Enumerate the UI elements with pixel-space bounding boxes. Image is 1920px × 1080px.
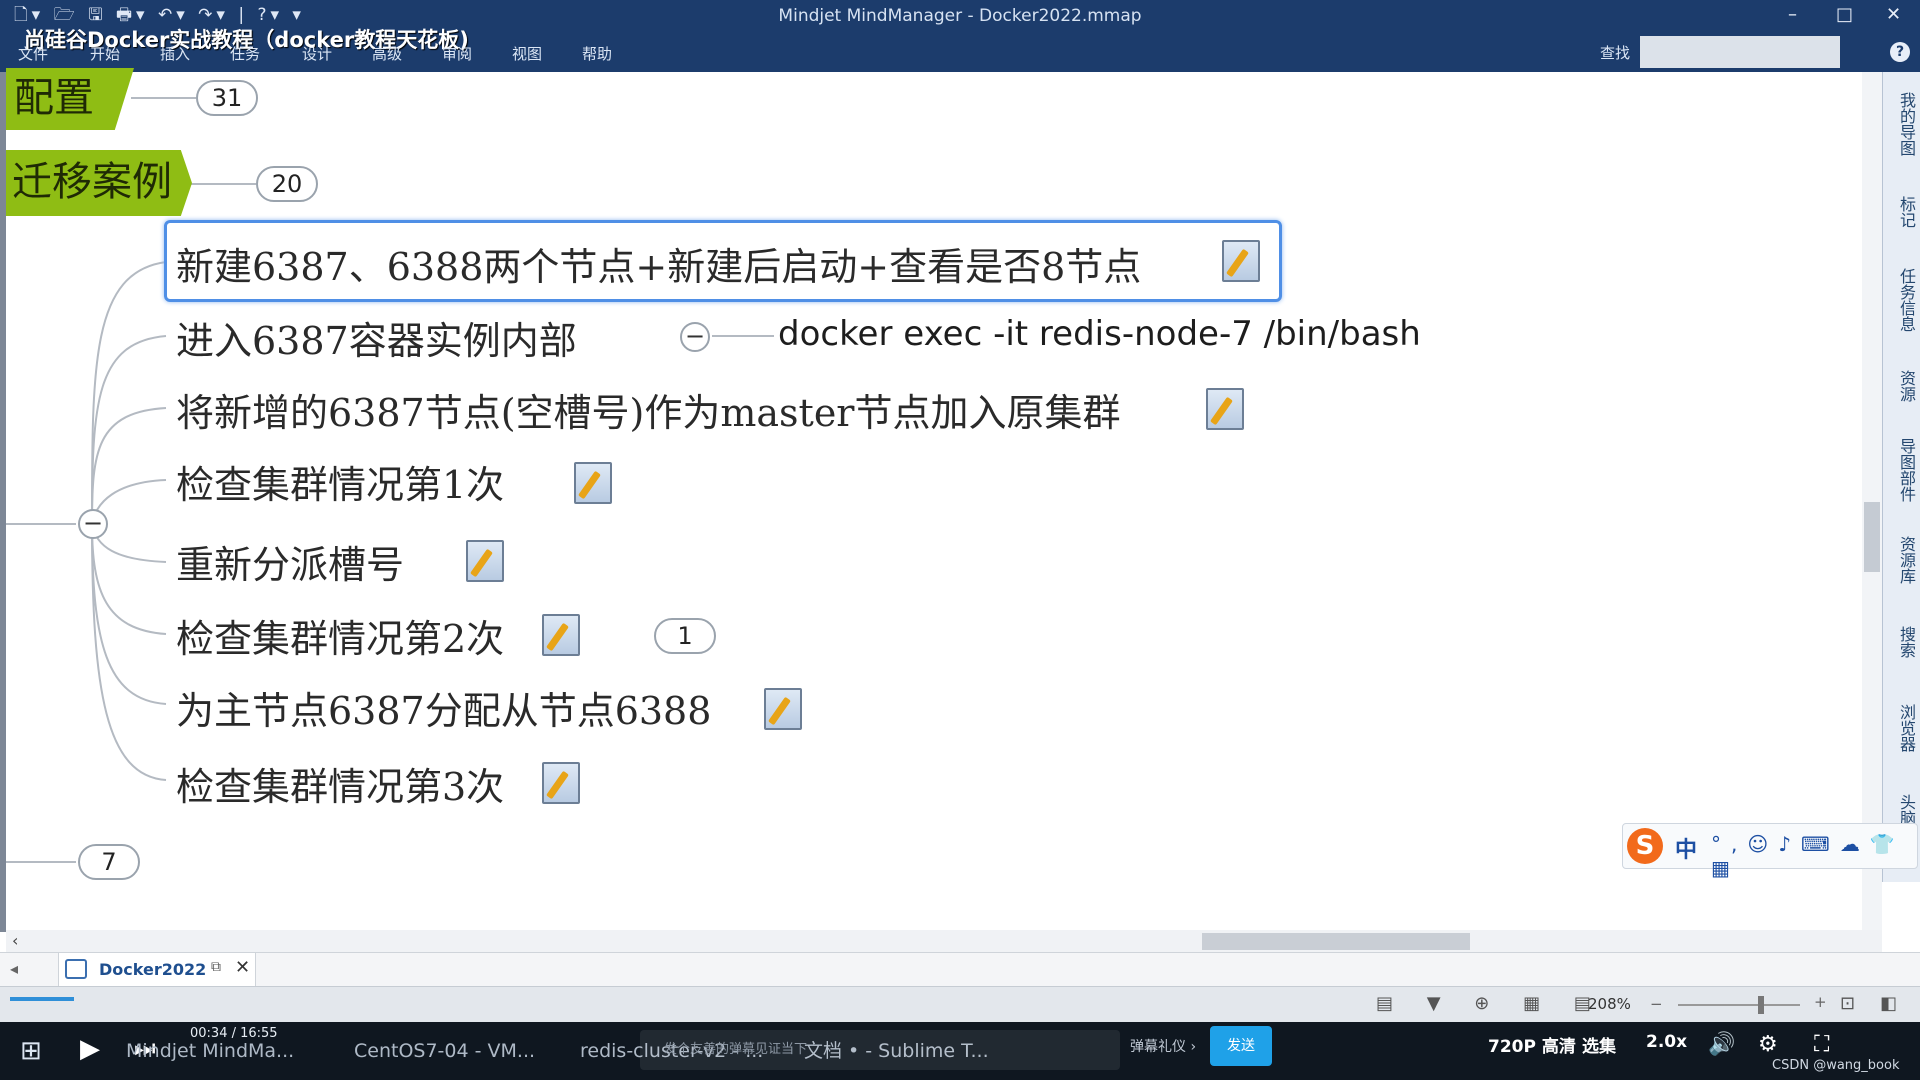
tab-docker2022[interactable]: Docker2022 ⧉ ✕ [58,953,256,987]
topic-new-nodes[interactable]: 新建6387、6388两个节点+新建后启动+查看是否8节点 [176,236,1141,291]
menu-help[interactable]: 帮助 [582,43,612,65]
map-file-icon [65,959,87,979]
topic-reshard-slots[interactable]: 重新分派槽号 [176,534,404,589]
note-icon[interactable] [466,540,504,582]
topic-config-count[interactable]: 31 [196,80,258,116]
bottom-topic-count[interactable]: 7 [78,844,140,880]
topic-config-label: 配置 [14,75,94,121]
minimize-button[interactable]: – [1788,4,1797,25]
collapse-branch-button[interactable]: − [78,509,108,539]
task-mindmanager[interactable]: Mindjet MindMa... [76,1030,294,1072]
sidebar-markers[interactable]: 标记 [1886,182,1918,242]
send-danmu-button[interactable]: 发送 [1210,1026,1272,1066]
topic-check-cluster-1[interactable]: 检查集群情况第1次 [176,454,504,509]
scroll-left-icon[interactable]: ‹ [12,931,18,950]
tab-label: Docker2022 [99,960,207,979]
menu-advanced[interactable]: 高级 [372,43,402,65]
topic-check-cluster-2-count[interactable]: 1 [654,618,716,654]
search-input[interactable] [1640,36,1840,68]
volume-icon[interactable]: 🔊 [1708,1032,1735,1057]
sogou-logo-icon: S [1627,828,1663,864]
ime-toolbar[interactable]: S 中 °,☺♪⌨☁👕▦ [1622,823,1918,880]
zoom-in-icon[interactable]: + [1814,993,1827,1011]
tab-close-icon[interactable]: ✕ [235,957,250,978]
horizontal-scrollbar[interactable]: ‹ [6,930,1882,952]
topic-migration-label: 迁移案例 [12,159,172,205]
zoom-level: 208% [1588,995,1631,1013]
tab-float-icon[interactable]: ⧉ [211,959,221,975]
topic-docker-exec-command[interactable]: docker exec -it redis-node-7 /bin/bash [778,314,1421,354]
speed-selector[interactable]: 2.0x [1646,1032,1687,1052]
vertical-scroll-thumb[interactable] [1864,502,1880,572]
csdn-watermark: CSDN @wang_book [1772,1058,1900,1073]
sidebar-browser[interactable]: 浏览器 [1886,692,1918,764]
fullscreen-icon[interactable]: ⛶ [1814,1032,1829,1057]
zoom-out-icon[interactable]: − [1650,995,1663,1013]
note-icon[interactable] [1222,240,1260,282]
danmu-etiquette-link[interactable]: 弹幕礼仪 › [1130,1036,1196,1056]
window-title: Mindjet MindManager - Docker2022.mmap [778,6,1142,26]
note-icon[interactable] [1206,388,1244,430]
collapse-topic-button[interactable]: − [680,322,710,352]
episode-selector[interactable]: 选集 [1582,1032,1616,1057]
settings-icon[interactable]: ⚙ [1758,1032,1778,1057]
sidebar-map-parts[interactable]: 导图部件 [1886,428,1918,512]
sidebar-search[interactable]: 搜索 [1886,612,1918,672]
right-task-pane-tabs: 我的导图 标记 任务信息 资源 导图部件 资源库 搜索 浏览器 头脑 [1882,72,1920,882]
video-progress[interactable] [10,997,74,1001]
topic-check-cluster-2[interactable]: 检查集群情况第2次 [176,608,504,663]
topic-check-cluster-3[interactable]: 检查集群情况第3次 [176,756,504,811]
sidebar-library[interactable]: 资源库 [1886,524,1918,596]
danmu-input[interactable]: 发个友善的弹幕见证当下 [640,1030,1120,1070]
document-tab-bar: ◂ Docker2022 ⧉ ✕ [0,952,1920,987]
menu-insert[interactable]: 插入 [160,43,190,65]
vertical-scrollbar[interactable] [1862,72,1882,932]
menu-review[interactable]: 审阅 [442,43,472,65]
search-label: 查找 [1600,44,1631,62]
topic-migration-case[interactable]: 迁移案例 [6,150,192,216]
ime-tool-icons[interactable]: °,☺♪⌨☁👕▦ [1711,832,1917,880]
danmu-placeholder: 发个友善的弹幕见证当下 [664,1042,808,1057]
taskbar: ⊞ ▶ ⏭ 00:34 / 16:55 Mindjet MindMa... Ce… [0,1022,1920,1080]
menu-view[interactable]: 视图 [512,43,542,65]
menu-task[interactable]: 任务 [230,43,260,65]
topic-migration-count[interactable]: 20 [256,166,318,202]
zoom-slider[interactable] [1678,996,1800,1014]
status-bar: ▤ ▼ ⊕ ▦ ▤ 208% − + ⊡ ◧ [0,986,1920,1022]
quality-selector[interactable]: 720P 高清 [1488,1032,1576,1057]
map-canvas[interactable]: 配置 31 迁移案例 20 − 新建6387、6388两个节点+新建后启动+查看… [0,68,1882,932]
note-icon[interactable] [574,462,612,504]
sidebar-resources[interactable]: 资源 [1886,356,1918,416]
fit-map-icon[interactable]: ⊡ [1840,993,1855,1014]
horizontal-scroll-thumb[interactable] [1202,933,1470,950]
sidebar-task-info[interactable]: 任务信息 [1886,258,1918,342]
tab-scroll-left-icon[interactable]: ◂ [10,959,18,978]
topic-config[interactable]: 配置 [6,68,134,130]
topic-add-master[interactable]: 将新增的6387节点(空槽号)作为master节点加入原集群 [176,382,1120,437]
sidebar-my-maps[interactable]: 我的导图 [1886,82,1918,166]
maximize-button[interactable]: □ [1836,4,1853,25]
close-button[interactable]: ✕ [1886,4,1901,25]
menu-home[interactable]: 开始 [90,43,120,65]
task-centos-vm[interactable]: CentOS7-04 - VM... [304,1030,535,1072]
topic-enter-container[interactable]: 进入6387容器实例内部 [176,310,577,365]
windows-start-icon[interactable]: ⊞ [20,1036,42,1066]
layout-icon[interactable]: ◧ [1880,993,1897,1014]
help-icon[interactable]: ? [1890,42,1910,62]
zoom-slider-thumb[interactable] [1758,996,1764,1014]
ime-mode[interactable]: 中 [1675,832,1697,864]
title-bar: 🗋▾ 🗁 🖫 🖶▾ ↶▾ ↷▾ | ?▾ ▾ Mindjet MindManag… [0,0,1920,72]
menu-design[interactable]: 设计 [302,43,332,65]
note-icon[interactable] [542,614,580,656]
note-icon[interactable] [542,762,580,804]
view-toolbar-icons[interactable]: ▤ ▼ ⊕ ▦ ▤ [1376,993,1605,1014]
menu-file[interactable]: 文件 [18,43,48,65]
note-icon[interactable] [764,688,802,730]
topic-assign-slave[interactable]: 为主节点6387分配从节点6388 [176,680,711,735]
